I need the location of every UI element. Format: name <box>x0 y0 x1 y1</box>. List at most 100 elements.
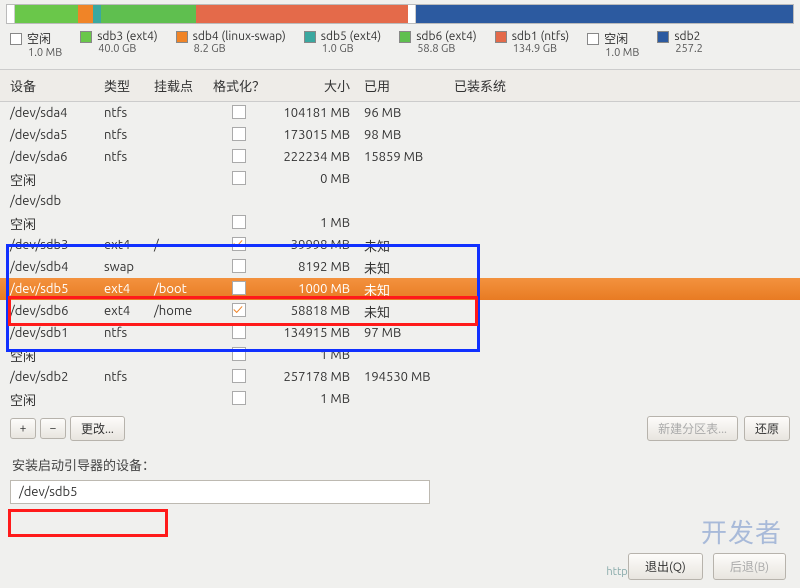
table-row[interactable]: /dev/sdb3ext4/39998 MB未知 <box>0 234 800 256</box>
cell-size: 1 MB <box>270 346 360 364</box>
legend-swatch <box>10 33 22 45</box>
cell-system <box>450 221 570 225</box>
cell-used <box>360 397 450 401</box>
cell-used: 未知 <box>360 256 450 279</box>
annotation-red-boot <box>8 509 168 537</box>
cell-size: 0 MB <box>270 170 360 188</box>
change-partition-button[interactable]: 更改... <box>70 416 125 441</box>
cell-system <box>450 309 570 313</box>
remove-partition-button[interactable]: − <box>40 418 66 439</box>
table-row[interactable]: /dev/sdb <box>0 190 800 212</box>
cell-system <box>450 375 570 379</box>
cell-format <box>208 169 270 190</box>
col-header-system: 已装系统 <box>450 74 570 97</box>
table-row[interactable]: 空闲0 MB <box>0 168 800 190</box>
cell-size: 1 MB <box>270 214 360 232</box>
format-checkbox[interactable] <box>232 303 246 317</box>
cell-used: 未知 <box>360 278 450 301</box>
format-checkbox[interactable] <box>232 369 246 383</box>
cell-format <box>208 389 270 410</box>
format-checkbox[interactable] <box>232 325 246 339</box>
cell-format <box>208 147 270 168</box>
cell-device: 空闲 <box>0 388 100 411</box>
table-row[interactable]: /dev/sdb5ext4/boot1000 MB未知 <box>0 278 800 300</box>
format-checkbox[interactable] <box>232 215 246 229</box>
cell-format <box>208 301 270 322</box>
cell-format <box>208 367 270 388</box>
cell-size: 39998 MB <box>270 236 360 254</box>
table-row[interactable]: /dev/sdb1ntfs134915 MB97 MB <box>0 322 800 344</box>
cell-size: 173015 MB <box>270 126 360 144</box>
table-row[interactable]: 空闲1 MB <box>0 344 800 366</box>
format-checkbox[interactable] <box>232 281 246 295</box>
legend-swatch <box>304 31 316 43</box>
cell-device: /dev/sdb3 <box>0 236 100 254</box>
col-header-format: 格式化？ <box>208 74 270 97</box>
cell-type: swap <box>100 258 150 276</box>
cell-size: 8192 MB <box>270 258 360 276</box>
cell-used <box>360 353 450 357</box>
legend-size: 40.0 GB <box>98 43 157 55</box>
cell-mount <box>150 111 208 115</box>
legend-item: sdb1 (ntfs)134.9 GB <box>495 30 569 55</box>
table-row[interactable]: /dev/sdb2ntfs257178 MB194530 MB <box>0 366 800 388</box>
cell-mount <box>150 375 208 379</box>
cell-used <box>360 221 450 225</box>
disk-usage-bar <box>6 4 794 24</box>
cell-format <box>208 279 270 300</box>
new-partition-table-button[interactable]: 新建分区表... <box>647 416 738 441</box>
legend-item: sdb2257.2 <box>657 30 703 55</box>
format-checkbox[interactable] <box>232 171 246 185</box>
cell-size: 257178 MB <box>270 368 360 386</box>
cell-device: /dev/sdb1 <box>0 324 100 342</box>
back-button[interactable]: 后退(B) <box>713 553 786 580</box>
cell-used: 15859 MB <box>360 148 450 166</box>
legend-swatch <box>657 31 669 43</box>
format-checkbox[interactable] <box>232 391 246 405</box>
cell-mount <box>150 331 208 335</box>
table-row[interactable]: /dev/sda4ntfs104181 MB96 MB <box>0 102 800 124</box>
format-checkbox[interactable] <box>232 127 246 141</box>
cell-mount <box>150 133 208 137</box>
quit-button[interactable]: 退出(Q) <box>628 553 703 580</box>
format-checkbox[interactable] <box>232 105 246 119</box>
cell-size: 134915 MB <box>270 324 360 342</box>
legend-swatch <box>80 31 92 43</box>
bootloader-device-select[interactable]: /dev/sdb5 <box>10 480 430 504</box>
table-row[interactable]: /dev/sdb4swap8192 MB未知 <box>0 256 800 278</box>
cell-size: 104181 MB <box>270 104 360 122</box>
format-checkbox[interactable] <box>232 259 246 273</box>
cell-device: /dev/sdb5 <box>0 280 100 298</box>
cell-used: 97 MB <box>360 324 450 342</box>
legend-item: 空闲1.0 MB <box>10 30 62 59</box>
table-row[interactable]: 空闲1 MB <box>0 212 800 234</box>
cell-device: /dev/sdb6 <box>0 302 100 320</box>
format-checkbox[interactable] <box>232 149 246 163</box>
table-row[interactable]: /dev/sdb6ext4/home58818 MB未知 <box>0 300 800 322</box>
format-checkbox[interactable] <box>232 347 246 361</box>
cell-device: /dev/sdb <box>0 192 100 210</box>
format-checkbox[interactable] <box>232 237 246 251</box>
cell-type <box>100 353 150 357</box>
cell-type: ext4 <box>100 236 150 254</box>
cell-system <box>450 155 570 159</box>
legend-item: sdb3 (ext4)40.0 GB <box>80 30 157 55</box>
cell-mount <box>150 221 208 225</box>
cell-mount <box>150 177 208 181</box>
table-actions: + − 更改... 新建分区表... 还原 <box>0 410 800 447</box>
table-row[interactable]: /dev/sda6ntfs222234 MB15859 MB <box>0 146 800 168</box>
legend-label: sdb4 (linux-swap) <box>193 30 286 43</box>
cell-type: ntfs <box>100 368 150 386</box>
cell-format <box>208 257 270 278</box>
cell-mount <box>150 199 208 203</box>
cell-mount <box>150 397 208 401</box>
add-partition-button[interactable]: + <box>10 418 36 439</box>
table-row[interactable]: /dev/sda5ntfs173015 MB98 MB <box>0 124 800 146</box>
cell-type: ntfs <box>100 104 150 122</box>
revert-button[interactable]: 还原 <box>744 416 790 441</box>
cell-type <box>100 397 150 401</box>
legend-size: 1.0 GB <box>322 43 381 55</box>
cell-format <box>208 345 270 366</box>
table-row[interactable]: 空闲1 MB <box>0 388 800 410</box>
cell-type: ntfs <box>100 126 150 144</box>
